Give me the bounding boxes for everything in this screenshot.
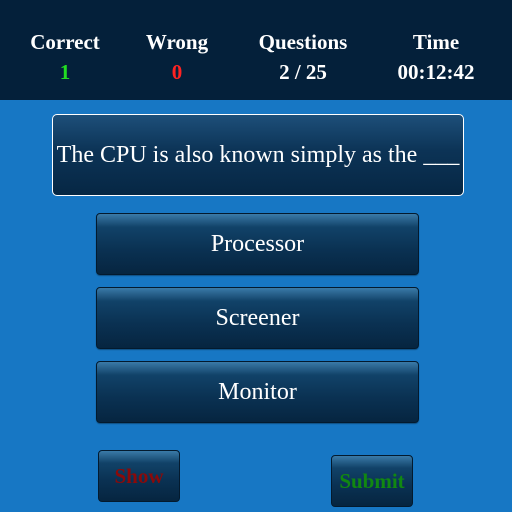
answer-option-label: Processor xyxy=(210,230,305,257)
submit-button-label: Submit xyxy=(339,468,405,493)
scoreboard-header: Correct 1 Wrong 0 Questions 2 / 25 Time … xyxy=(0,0,512,100)
answer-option-processor[interactable]: Processor xyxy=(96,213,419,275)
questions-progress: 2 / 25 xyxy=(279,60,327,84)
questions-stat: Questions 2 / 25 xyxy=(244,28,362,86)
time-label: Time xyxy=(412,30,460,54)
answer-option-label: Monitor xyxy=(218,378,297,405)
wrong-count: 0 xyxy=(171,60,183,84)
questions-label: Questions xyxy=(258,30,348,54)
correct-label: Correct xyxy=(30,30,100,54)
correct-stat: Correct 1 xyxy=(20,28,110,86)
answer-option-screener[interactable]: Screener xyxy=(96,287,419,349)
wrong-stat: Wrong 0 xyxy=(132,28,222,86)
show-answer-button[interactable]: Show xyxy=(98,450,180,502)
show-button-label: Show xyxy=(114,463,164,488)
answer-option-monitor[interactable]: Monitor xyxy=(96,361,419,423)
answer-option-label: Screener xyxy=(215,304,300,331)
correct-count: 1 xyxy=(59,60,71,84)
time-stat: Time 00:12:42 xyxy=(384,28,488,86)
submit-button[interactable]: Submit xyxy=(331,455,413,507)
time-elapsed: 00:12:42 xyxy=(397,60,475,84)
wrong-label: Wrong xyxy=(145,30,209,54)
question-box: The CPU is also known simply as the ___ xyxy=(52,114,464,196)
question-text: The CPU is also known simply as the ___ xyxy=(56,141,460,168)
